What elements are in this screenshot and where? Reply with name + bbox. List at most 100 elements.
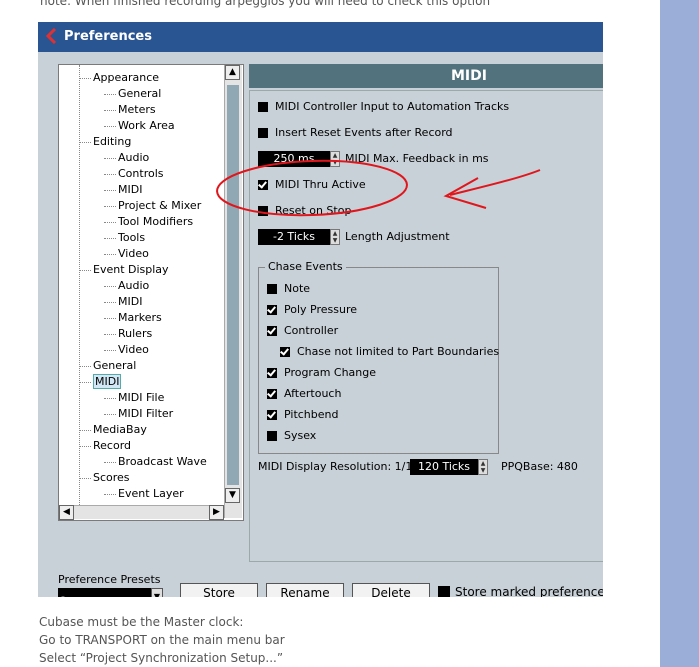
tree-connector <box>79 270 91 271</box>
chase-event-checkbox[interactable] <box>280 347 290 357</box>
length-adjust-label: Length Adjustment <box>345 230 450 243</box>
tree-connector <box>104 174 116 175</box>
tree-item[interactable]: Video <box>118 343 149 357</box>
tree-connector <box>104 398 116 399</box>
chase-event-checkbox[interactable] <box>267 431 277 441</box>
tree-connector <box>104 110 116 111</box>
length-adjust-field[interactable]: -2 Ticks <box>258 229 330 245</box>
tree-item[interactable]: Scores <box>93 471 130 485</box>
tree-connector <box>79 366 91 367</box>
tree-item[interactable]: Record <box>93 439 131 453</box>
preferences-window: Preferences Appearance General Meters Work … <box>38 22 603 597</box>
top-note: note: When finished recording arpeggios … <box>40 0 491 8</box>
tree-item[interactable]: Video <box>118 247 149 261</box>
tree-connector <box>104 494 116 495</box>
chase-event-checkbox[interactable] <box>267 326 277 336</box>
preferences-tree: Appearance General Meters Work Area Editing A… <box>58 64 244 521</box>
tree-connector <box>104 350 116 351</box>
tree-item[interactable]: Meters <box>118 103 156 117</box>
tree-item[interactable]: Audio <box>118 151 149 165</box>
controller-input-checkbox[interactable] <box>258 102 268 112</box>
tree-vertical-scrollbar[interactable]: ▲ ▼ <box>224 65 242 518</box>
doc-line-2: Go to TRANSPORT on the main menu bar <box>39 633 285 647</box>
tree-item[interactable]: Project & Mixer <box>118 199 201 213</box>
scroll-up-button[interactable]: ▲ <box>225 65 240 80</box>
tree-connector <box>104 414 116 415</box>
tree-connector <box>104 254 116 255</box>
tree-horizontal-scrollbar[interactable]: ◀ ▶ <box>59 505 224 520</box>
max-feedback-field[interactable]: 250 ms <box>258 151 330 167</box>
chase-events-group: Chase Events Note Poly Pressure Controller… <box>258 260 499 454</box>
chevron-down-icon[interactable]: ▼ <box>151 588 163 597</box>
tree-item[interactable]: Work Area <box>118 119 175 133</box>
tree-connector <box>79 478 91 479</box>
ppq-base-label: PPQBase: 480 <box>501 460 578 473</box>
tree-item[interactable]: Event Layer <box>118 487 184 501</box>
store-marked-checkbox[interactable] <box>438 586 450 597</box>
title-bar: Preferences <box>38 22 603 52</box>
tree-item[interactable]: MIDI <box>118 183 142 197</box>
preference-presets-label: Preference Presets <box>58 573 161 586</box>
scroll-down-button[interactable]: ▼ <box>225 488 240 503</box>
midi-thru-checkbox[interactable] <box>258 180 268 190</box>
tree-connector <box>79 446 91 447</box>
insert-reset-checkbox[interactable] <box>258 128 268 138</box>
chase-events-title: Chase Events <box>265 260 346 273</box>
presets-value: - <box>61 590 65 597</box>
tree-item[interactable]: General <box>118 87 161 101</box>
tree-connector <box>79 142 91 143</box>
tree-item[interactable]: Controls <box>118 167 164 181</box>
max-feedback-label: MIDI Max. Feedback in ms <box>345 152 489 165</box>
panel-header: MIDI <box>249 64 603 88</box>
tree-connector <box>104 462 116 463</box>
rename-button[interactable]: Rename <box>266 583 344 597</box>
right-sidebar-band <box>660 0 699 667</box>
doc-line-1: Cubase must be the Master clock: <box>39 615 244 629</box>
chase-event-checkbox[interactable] <box>267 284 277 294</box>
tree-connector <box>104 126 116 127</box>
tree-item[interactable]: MIDI File <box>118 391 164 405</box>
preference-presets-select[interactable]: - ▼ <box>58 588 163 597</box>
resolution-field[interactable]: 120 Ticks <box>410 459 478 475</box>
tree-item[interactable]: MediaBay <box>93 423 147 437</box>
reset-on-stop-checkbox[interactable] <box>258 206 268 216</box>
scroll-right-button[interactable]: ▶ <box>209 505 224 520</box>
tree-item[interactable]: General <box>93 359 136 373</box>
scroll-left-button[interactable]: ◀ <box>59 505 74 520</box>
tree-connector <box>104 334 116 335</box>
max-feedback-stepper[interactable]: ▲ ▼ <box>330 151 340 167</box>
chase-event-checkbox[interactable] <box>267 389 277 399</box>
tree-connector <box>104 222 116 223</box>
preferences-body: Appearance General Meters Work Area Editing A… <box>38 52 603 597</box>
tree-item[interactable]: Editing <box>93 135 131 149</box>
tree-item[interactable]: Broadcast Wave <box>118 455 207 469</box>
scroll-thumb[interactable] <box>227 85 239 485</box>
chase-event-checkbox[interactable] <box>267 410 277 420</box>
tree-guide <box>79 65 80 505</box>
tree-connector <box>104 206 116 207</box>
tree-item[interactable]: Tools <box>118 231 145 245</box>
tree-item[interactable]: Event Display <box>93 263 169 277</box>
tree-item[interactable]: MIDI <box>93 374 122 389</box>
store-button[interactable]: Store <box>180 583 258 597</box>
resolution-stepper[interactable]: ▲ ▼ <box>478 459 488 475</box>
tree-item[interactable]: MIDI Filter <box>118 407 173 421</box>
tree-item[interactable]: Rulers <box>118 327 152 341</box>
tree-connector <box>104 318 116 319</box>
chase-event-checkbox[interactable] <box>267 305 277 315</box>
chase-event-checkbox[interactable] <box>267 368 277 378</box>
tree-item[interactable]: Audio <box>118 279 149 293</box>
tree-connector <box>79 382 91 383</box>
tree-connector <box>104 238 116 239</box>
length-adjust-stepper[interactable]: ▲ ▼ <box>330 229 340 245</box>
tree-connector <box>104 302 116 303</box>
tree-item[interactable]: MIDI <box>118 295 142 309</box>
doc-line-3: Select “Project Synchronization Setup...… <box>39 651 284 665</box>
window-title: Preferences <box>64 29 152 44</box>
tree-item[interactable]: Tool Modifiers <box>118 215 193 229</box>
store-marked-label: Store marked preferences only <box>455 585 603 597</box>
delete-button[interactable]: Delete <box>352 583 430 597</box>
tree-connector <box>104 190 116 191</box>
tree-item[interactable]: Markers <box>118 311 162 325</box>
tree-item[interactable]: Appearance <box>93 71 159 85</box>
